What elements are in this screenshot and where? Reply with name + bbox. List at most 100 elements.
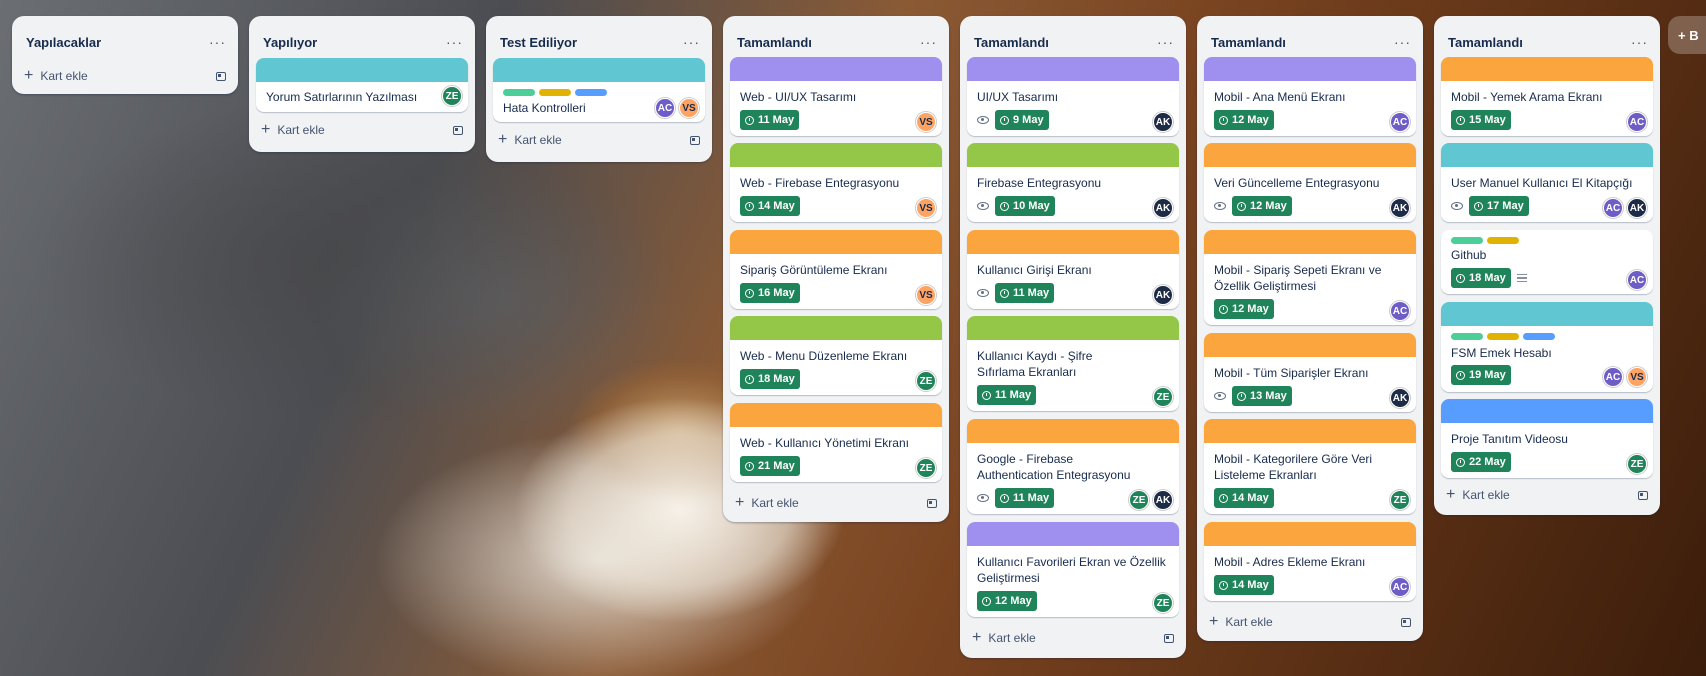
avatar[interactable]: AK [1153, 198, 1173, 218]
due-date-badge[interactable]: 13 May [1232, 386, 1292, 406]
avatar[interactable]: AC [1603, 367, 1623, 387]
due-date-badge[interactable]: 16 May [740, 283, 800, 303]
template-icon[interactable] [216, 71, 226, 81]
card[interactable]: Proje Tanıtım Videosu 22 May ZE [1441, 399, 1653, 478]
card[interactable]: UI/UX Tasarımı 9 May AK [967, 57, 1179, 136]
list-menu-icon[interactable]: ··· [1631, 35, 1648, 49]
add-list-button[interactable]: + B [1668, 16, 1706, 54]
avatar[interactable]: ZE [1390, 490, 1410, 510]
list-menu-icon[interactable]: ··· [920, 35, 937, 49]
avatar[interactable]: AC [1390, 577, 1410, 597]
card[interactable]: Firebase Entegrasyonu 10 May AK [967, 143, 1179, 222]
card[interactable]: Google - Firebase Authentication Entegra… [967, 419, 1179, 514]
list-title[interactable]: Tamamlandı [737, 35, 812, 50]
list-title[interactable]: Tamamlandı [1211, 35, 1286, 50]
label-blue[interactable] [1523, 333, 1555, 340]
card[interactable]: User Manuel Kullanıcı El Kitapçığı 17 Ma… [1441, 143, 1653, 222]
due-date-badge[interactable]: 19 May [1451, 365, 1511, 385]
list-menu-icon[interactable]: ··· [1394, 35, 1411, 49]
template-icon[interactable] [1401, 617, 1411, 627]
avatar[interactable]: VS [916, 198, 936, 218]
card[interactable]: Web - UI/UX Tasarımı 11 May VS [730, 57, 942, 136]
label-green[interactable] [503, 89, 535, 96]
avatar[interactable]: VS [916, 112, 936, 132]
avatar[interactable]: AC [1603, 198, 1623, 218]
avatar[interactable]: AC [1390, 301, 1410, 321]
avatar[interactable]: VS [916, 285, 936, 305]
avatar[interactable]: AC [1390, 112, 1410, 132]
card[interactable]: Veri Güncelleme Entegrasyonu 12 May AK [1204, 143, 1416, 222]
avatar[interactable]: ZE [1627, 454, 1647, 474]
card[interactable]: Hata Kontrolleri AC VS [493, 58, 705, 122]
avatar[interactable]: ZE [442, 86, 462, 106]
due-date-badge[interactable]: 10 May [995, 196, 1055, 216]
due-date-badge[interactable]: 14 May [740, 196, 800, 216]
avatar[interactable]: AK [1390, 388, 1410, 408]
list-menu-icon[interactable]: ··· [1157, 35, 1174, 49]
due-date-badge[interactable]: 11 May [995, 283, 1055, 303]
card[interactable]: Web - Kullanıcı Yönetimi Ekranı 21 May Z… [730, 403, 942, 482]
avatar[interactable]: ZE [916, 371, 936, 391]
due-date-badge[interactable]: 9 May [995, 110, 1049, 130]
card[interactable]: Sipariş Görüntüleme Ekranı 16 May VS [730, 230, 942, 309]
template-icon[interactable] [453, 125, 463, 135]
list-menu-icon[interactable]: ··· [209, 35, 226, 49]
avatar[interactable]: ZE [1153, 387, 1173, 407]
avatar[interactable]: VS [1627, 367, 1647, 387]
template-icon[interactable] [927, 498, 937, 508]
avatar[interactable]: AK [1627, 198, 1647, 218]
due-date-badge[interactable]: 14 May [1214, 575, 1274, 595]
due-date-badge[interactable]: 21 May [740, 456, 800, 476]
due-date-badge[interactable]: 15 May [1451, 110, 1511, 130]
due-date-badge[interactable]: 14 May [1214, 488, 1274, 508]
due-date-badge[interactable]: 22 May [1451, 452, 1511, 472]
label-blue[interactable] [575, 89, 607, 96]
list-title[interactable]: Tamamlandı [974, 35, 1049, 50]
card[interactable]: Kullanıcı Favorileri Ekran ve Özellik Ge… [967, 522, 1179, 617]
add-card-button[interactable]: + Kart ekle [1446, 483, 1648, 507]
list-title[interactable]: Tamamlandı [1448, 35, 1523, 50]
template-icon[interactable] [1164, 633, 1174, 643]
card[interactable]: Mobil - Kategorilere Göre Veri Listeleme… [1204, 419, 1416, 514]
card[interactable]: Github 18 May AC [1441, 230, 1653, 294]
card[interactable]: Mobil - Tüm Siparişler Ekranı 13 May AK [1204, 333, 1416, 412]
template-icon[interactable] [690, 135, 700, 145]
avatar[interactable]: AC [1627, 112, 1647, 132]
label-yellow[interactable] [1487, 333, 1519, 340]
avatar[interactable]: AC [1627, 270, 1647, 290]
due-date-badge[interactable]: 17 May [1469, 196, 1529, 216]
label-yellow[interactable] [1487, 237, 1519, 244]
card[interactable]: Mobil - Sipariş Sepeti Ekranı ve Özellik… [1204, 230, 1416, 325]
label-green[interactable] [1451, 237, 1483, 244]
card[interactable]: Kullanıcı Girişi Ekranı 11 May AK [967, 230, 1179, 309]
list-title[interactable]: Yapılacaklar [26, 35, 101, 50]
avatar[interactable]: AK [1153, 490, 1173, 510]
due-date-badge[interactable]: 12 May [1232, 196, 1292, 216]
due-date-badge[interactable]: 12 May [1214, 299, 1274, 319]
add-card-button[interactable]: + Kart ekle [735, 491, 937, 515]
label-yellow[interactable] [539, 89, 571, 96]
add-card-button[interactable]: + Kart ekle [261, 118, 463, 142]
add-card-button[interactable]: + Kart ekle [24, 64, 226, 88]
due-date-badge[interactable]: 11 May [995, 488, 1055, 508]
add-card-button[interactable]: + Kart ekle [498, 128, 700, 152]
label-green[interactable] [1451, 333, 1483, 340]
add-card-button[interactable]: + Kart ekle [972, 626, 1174, 650]
avatar[interactable]: ZE [1153, 593, 1173, 613]
due-date-badge[interactable]: 11 May [740, 110, 800, 130]
due-date-badge[interactable]: 12 May [977, 591, 1037, 611]
add-card-button[interactable]: + Kart ekle [1209, 610, 1411, 634]
due-date-badge[interactable]: 18 May [740, 369, 800, 389]
avatar[interactable]: AK [1153, 112, 1173, 132]
card[interactable]: Kullanıcı Kaydı - Şifre Sıfırlama Ekranl… [967, 316, 1179, 411]
avatar[interactable]: VS [679, 98, 699, 118]
avatar[interactable]: AC [655, 98, 675, 118]
avatar[interactable]: ZE [916, 458, 936, 478]
avatar[interactable]: AK [1390, 198, 1410, 218]
due-date-badge[interactable]: 12 May [1214, 110, 1274, 130]
due-date-badge[interactable]: 11 May [977, 385, 1037, 405]
card[interactable]: Mobil - Adres Ekleme Ekranı 14 May AC [1204, 522, 1416, 601]
card[interactable]: Yorum Satırlarının Yazılması ZE [256, 58, 468, 112]
list-menu-icon[interactable]: ··· [446, 35, 463, 49]
due-date-badge[interactable]: 18 May [1451, 268, 1511, 288]
